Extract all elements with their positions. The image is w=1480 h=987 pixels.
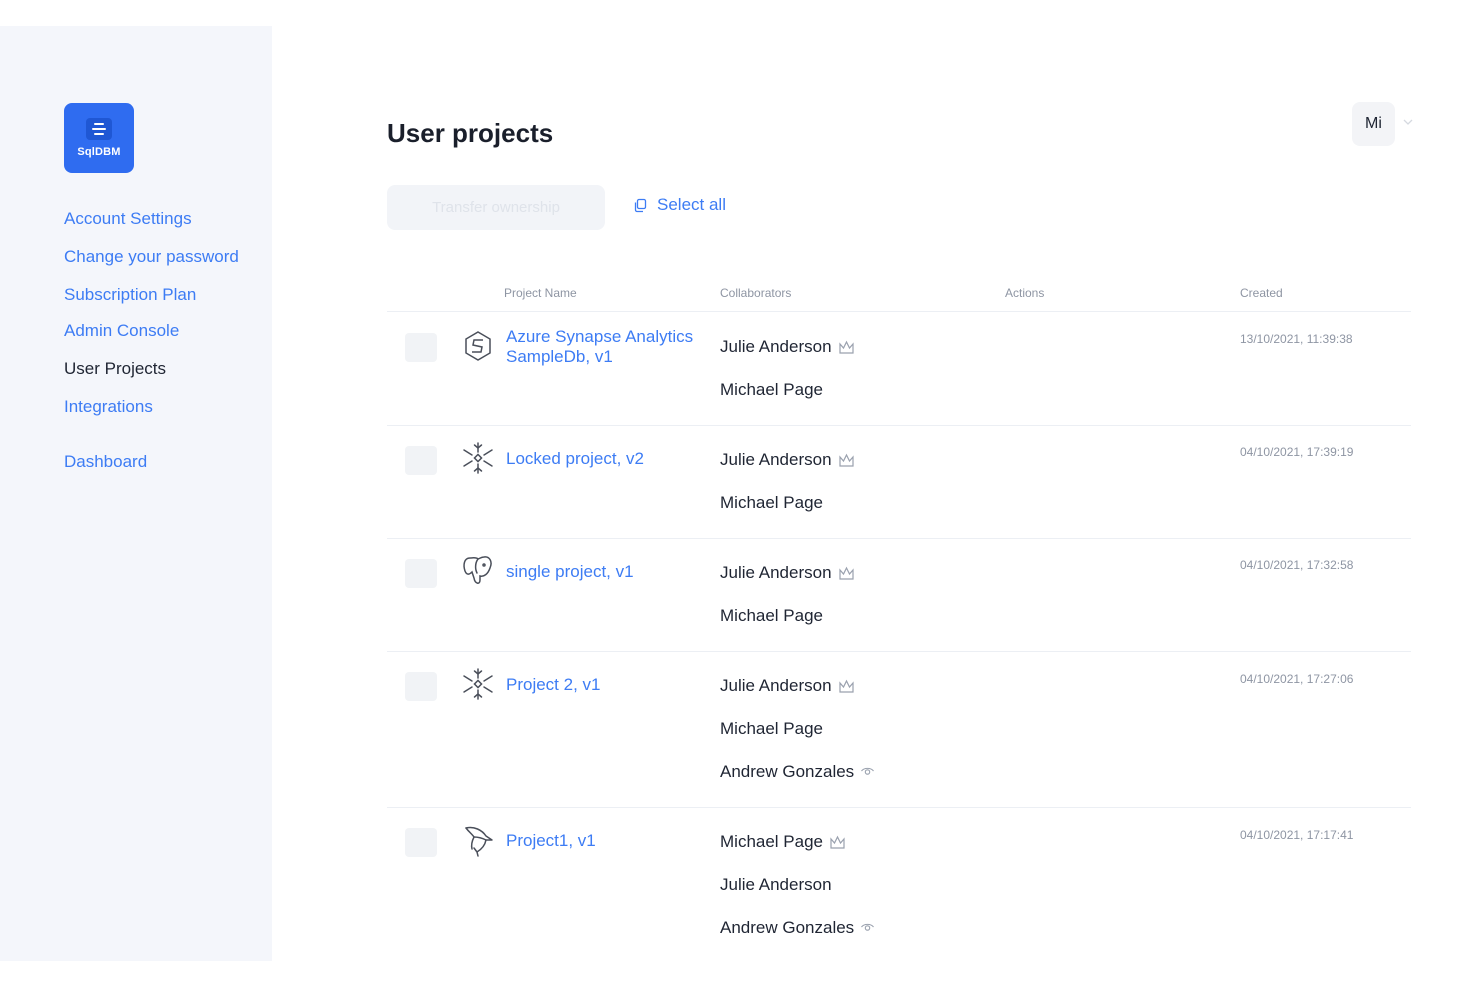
column-header-project-name[interactable]: Project Name (504, 286, 577, 300)
postgresql-icon (460, 552, 496, 588)
collaborator-name: Julie Anderson (720, 450, 832, 469)
collaborator: Michael Page (720, 606, 823, 626)
created-date: 04/10/2021, 17:17:41 (1240, 828, 1354, 842)
row-divider (387, 538, 1411, 539)
collaborator: Julie Anderson (720, 337, 855, 357)
collaborator: Julie Anderson (720, 563, 855, 583)
collaborator-name: Julie Anderson (720, 563, 832, 582)
column-header-collaborators[interactable]: Collaborators (720, 286, 791, 300)
collaborator-name: Julie Anderson (720, 676, 832, 695)
sqldbm-logo[interactable]: SqlDBM (64, 103, 134, 173)
sidebar-item-integrations[interactable]: Integrations (64, 397, 153, 417)
sidebar: SqlDBM Account Settings Change your pass… (0, 26, 272, 961)
project-name-link[interactable]: Project 2, v1 (506, 675, 706, 695)
select-all-button[interactable]: Select all (633, 195, 726, 215)
row-checkbox[interactable] (405, 333, 437, 362)
created-date: 13/10/2021, 11:39:38 (1240, 332, 1353, 346)
azure-synapse-icon (460, 328, 496, 364)
collaborator: Andrew Gonzales (720, 762, 875, 782)
avatar-initials: Mi (1365, 115, 1382, 132)
collaborator-name: Michael Page (720, 493, 824, 512)
page-title: User projects (387, 118, 554, 148)
created-date: 04/10/2021, 17:39:19 (1240, 445, 1354, 459)
row-checkbox[interactable] (405, 828, 437, 857)
project-name-link[interactable]: Locked project, v2 (506, 449, 706, 469)
eye-icon (860, 922, 875, 935)
crown-icon (838, 566, 855, 581)
collaborator-name: Andrew Gonzales (720, 918, 855, 937)
collaborator: Julie Anderson (720, 875, 832, 895)
logo-mark-icon (86, 118, 112, 140)
row-divider (387, 425, 1411, 426)
row-divider (387, 807, 1411, 808)
collaborator: Michael Page (720, 719, 823, 739)
collaborator-name: Michael Page (720, 832, 824, 851)
crown-icon (838, 453, 855, 468)
snowflake-icon (460, 440, 496, 476)
collaborator-name: Michael Page (720, 606, 824, 625)
row-checkbox[interactable] (405, 672, 437, 701)
sidebar-item-dashboard[interactable]: Dashboard (64, 452, 147, 472)
created-date: 04/10/2021, 17:32:58 (1240, 558, 1354, 572)
sidebar-item-admin-console[interactable]: Admin Console (64, 321, 179, 341)
collaborator: Julie Anderson (720, 676, 855, 696)
column-header-actions: Actions (1005, 286, 1045, 300)
sidebar-item-change-password[interactable]: Change your password (64, 247, 239, 267)
sidebar-item-account-settings[interactable]: Account Settings (64, 209, 192, 229)
eye-icon (860, 766, 875, 779)
row-divider (387, 651, 1411, 652)
project-name-link[interactable]: Azure Synapse Analytics SampleDb, v1 (506, 327, 706, 367)
collaborator: Julie Anderson (720, 450, 855, 470)
snowflake-icon (460, 666, 496, 702)
crown-icon (838, 340, 855, 355)
collaborator-name: Julie Anderson (720, 337, 832, 356)
collaborator: Andrew Gonzales (720, 918, 875, 938)
sidebar-item-subscription-plan[interactable]: Subscription Plan (64, 285, 196, 305)
crown-icon (838, 679, 855, 694)
row-checkbox[interactable] (405, 559, 437, 588)
project-name-link[interactable]: Project1, v1 (506, 831, 706, 851)
chevron-down-icon[interactable] (1402, 116, 1414, 128)
collaborator: Michael Page (720, 493, 823, 513)
collaborator: Michael Page (720, 380, 823, 400)
project-name-link[interactable]: single project, v1 (506, 562, 706, 582)
copy-icon (633, 198, 648, 213)
transfer-ownership-button[interactable]: Transfer ownership (387, 185, 605, 230)
logo-text: SqlDBM (77, 146, 121, 158)
sidebar-item-user-projects[interactable]: User Projects (64, 359, 166, 379)
collaborator-name: Michael Page (720, 380, 824, 399)
collaborator-name: Michael Page (720, 719, 824, 738)
collaborator-name: Andrew Gonzales (720, 762, 855, 781)
select-all-label: Select all (657, 195, 726, 214)
created-date: 04/10/2021, 17:27:06 (1240, 672, 1354, 686)
column-header-created[interactable]: Created (1240, 286, 1283, 300)
collaborator: Michael Page (720, 832, 846, 852)
collaborator-name: Julie Anderson (720, 875, 832, 894)
crown-icon (829, 835, 846, 850)
row-checkbox[interactable] (405, 446, 437, 475)
table-header-divider (387, 311, 1411, 312)
mysql-icon (460, 822, 496, 858)
user-avatar-button[interactable]: Mi (1352, 102, 1395, 146)
